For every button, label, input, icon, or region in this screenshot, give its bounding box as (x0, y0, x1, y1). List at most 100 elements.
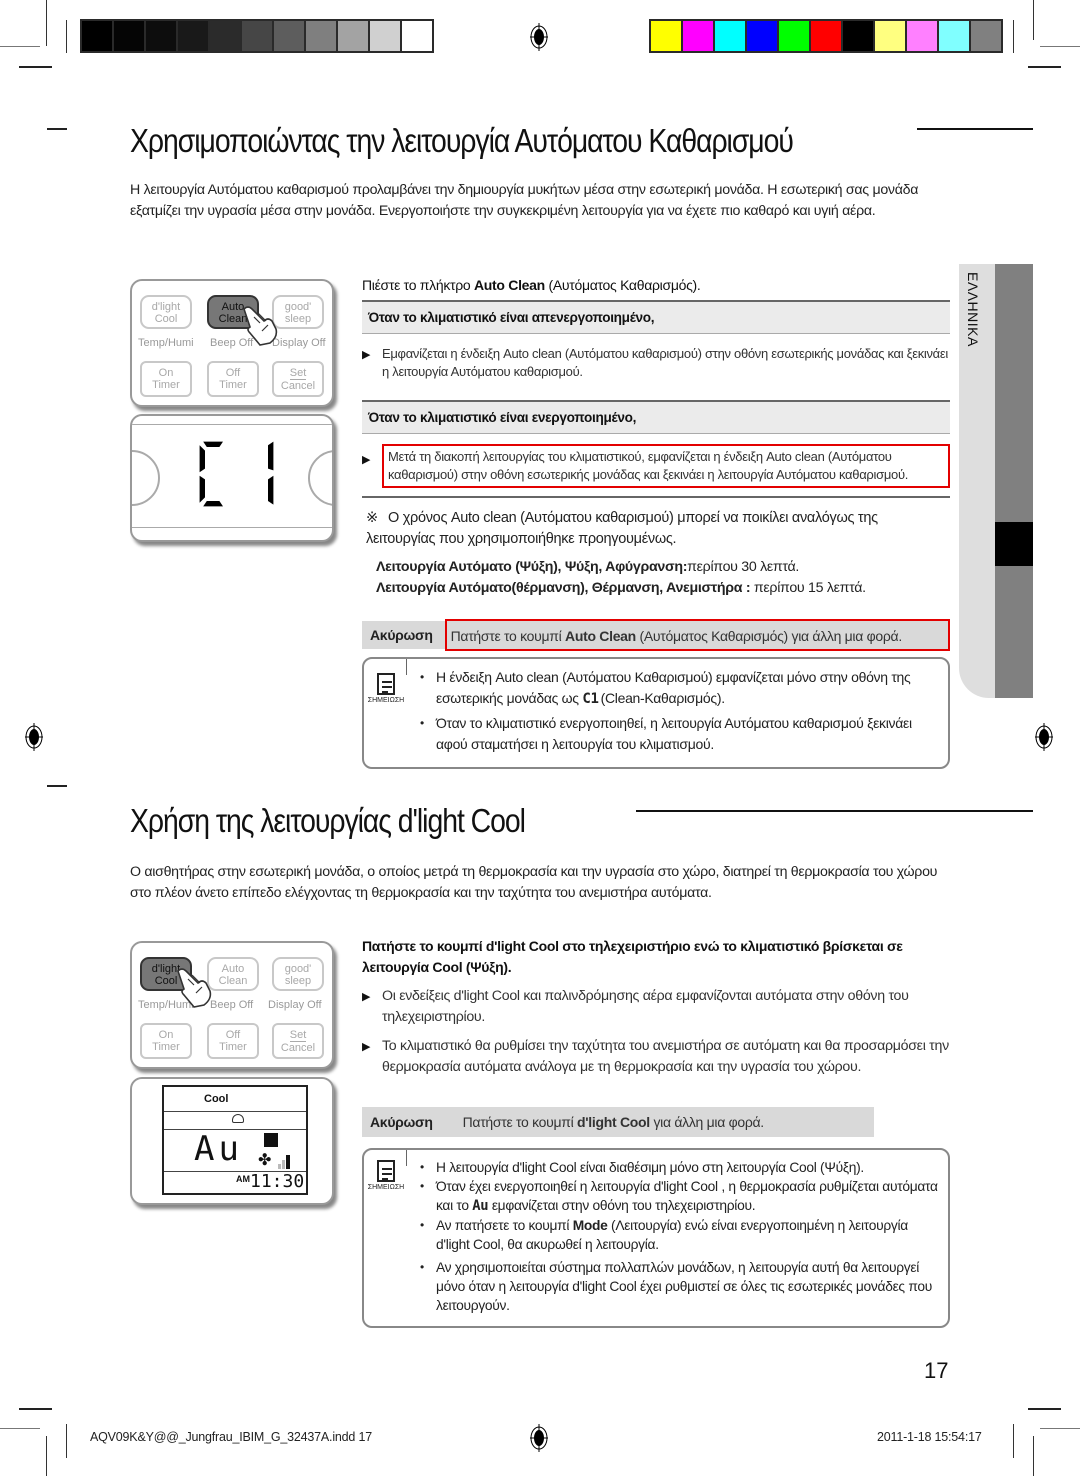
note-icon: ΣΗΜΕΙΩΣΗ (366, 673, 406, 704)
margin-mark (47, 128, 67, 130)
color-swatch (811, 21, 841, 51)
footer-timestamp: 2011-1-18 15:54:17 (877, 1430, 982, 1444)
remote-button-dlight-cool: d'light Cool (140, 295, 192, 329)
registration-mark-icon (530, 23, 548, 51)
color-swatch (402, 21, 432, 51)
when-on-heading: Όταν το κλιματιστικό είναι ενεργοποιημέν… (362, 400, 950, 434)
remote-button-on-timer: On Timer (140, 361, 192, 397)
color-swatch (651, 21, 681, 51)
cancel-row-dlight-cool: Ακύρωση Πατήστε το κουμπί d'light Cool γ… (362, 1107, 874, 1137)
swing-icon (264, 1133, 278, 1147)
time-note: ※ Ο χρόνος Auto clean (Αυτόματου καθαρισμ… (366, 510, 878, 547)
note-item: • Η λειτουργία d'light Cool είναι διαθέσι… (420, 1160, 864, 1175)
cancel-label: Ακύρωση (370, 1114, 433, 1130)
tab-position-marker (995, 522, 1033, 566)
crop-mark (66, 20, 67, 53)
crop-mark (46, 0, 47, 46)
remote-lcd-display: Cool Au ✤ AM 11:30 (130, 1077, 334, 1205)
note-item: • Όταν έχει ενεργοποιηθεί η λειτουργία d'… (420, 1179, 938, 1214)
note-box-dlight-cool: ΣΗΜΕΙΩΣΗ • Η λειτουργία d'light Cool είνα… (362, 1148, 950, 1328)
time-line-cooling: Λειτουργία Αυτόματο (Ψύξη), Ψύξη, Αφύγρα… (376, 559, 800, 575)
color-swatch (210, 21, 240, 51)
crop-mark (19, 1408, 52, 1410)
color-swatch (715, 21, 745, 51)
language-tab: ΕΛΛΗΝΙΚΑ (959, 264, 1033, 698)
crop-mark (66, 1424, 67, 1458)
color-swatch (82, 21, 112, 51)
dlight-cool-intro: Ο αισθητήρας στην εσωτερική μονάδα, ο οπ… (130, 864, 938, 901)
crop-mark (1040, 1428, 1080, 1429)
lcd-ampm: AM (236, 1174, 250, 1184)
crop-mark (1013, 20, 1014, 53)
registration-mark-icon (25, 723, 43, 751)
dlight-bullet: ▶ Το κλιματιστικό θα ρυθμίσει την ταχύτητ… (362, 1038, 949, 1075)
dlight-cool-indicator-icon (232, 1114, 244, 1123)
note-icon: ΣΗΜΕΙΩΣΗ (366, 1160, 406, 1191)
remote-sublabel: Temp/Humi (138, 337, 194, 349)
section-title-auto-clean: Χρησιμοποιώντας την λειτουργία Αυτόματου… (130, 122, 794, 159)
color-swatch (146, 21, 176, 51)
remote-button-set-cancel: Set Cancel (272, 361, 324, 397)
note-item: • Όταν το κλιματιστικό ενεργοποιηθεί, η λ… (420, 715, 912, 752)
color-swatch (747, 21, 777, 51)
auto-clean-intro: Η λειτουργία Αυτόματου καθαρισμού προλαμ… (130, 182, 919, 219)
color-swatch (370, 21, 400, 51)
color-swatch (971, 21, 1001, 51)
lcd-main-value: Au (194, 1129, 243, 1169)
crop-mark (19, 66, 52, 68)
crop-mark (1033, 0, 1034, 40)
highlight-box: Μετά τη διακοπή λειτουργίας του κλιματισ… (382, 444, 950, 488)
when-on-bullet: ▶ Μετά τη διακοπή λειτουργίας του κλιματι… (362, 444, 950, 488)
remote-sublabel: Display Off (268, 999, 322, 1011)
footer-filename: AQV09K&Y@@_Jungfrau_IBIM_G_32437A.indd 1… (90, 1430, 372, 1444)
crop-mark (0, 46, 40, 47)
divider (362, 496, 950, 498)
title-rule (917, 128, 1033, 130)
c1-glyph: C1 (582, 691, 599, 707)
highlight-box: Πατήστε το κουμπί Auto Clean (Αυτόματος … (444, 619, 950, 651)
remote-button-off-timer: Off Timer (207, 1023, 259, 1059)
remote-button-good-sleep: good' sleep (272, 957, 324, 991)
grayscale-calibration-bar (80, 19, 434, 53)
dlight-bullet: ▶ Οι ενδείξεις d'light Cool και παλινδρόμ… (362, 988, 909, 1025)
color-swatch (843, 21, 873, 51)
cancel-instruction: Πατήστε το κουμπί d'light Cool για άλλη … (462, 1114, 765, 1130)
remote-button-auto-clean: Auto Clean (207, 957, 259, 991)
time-line-heating: Λειτουργία Αυτόματο(θέρμανση), Θέρμανση,… (376, 580, 866, 596)
lcd-time: 11:30 (250, 1171, 305, 1192)
crop-mark (1013, 1424, 1014, 1458)
color-swatch (875, 21, 905, 51)
fan-icon: ✤ (258, 1152, 272, 1169)
color-swatch (338, 21, 368, 51)
remote-control-auto-clean: d'light Cool Auto Clean good' sleep Temp/Hu… (130, 279, 334, 407)
color-swatch (683, 21, 713, 51)
remote-button-set-cancel: Set Cancel (272, 1023, 324, 1059)
crop-mark (1028, 1408, 1061, 1410)
registration-mark-icon (530, 1424, 548, 1452)
crop-mark (1028, 66, 1061, 68)
color-swatch (907, 21, 937, 51)
note-item: • Η ένδειξη Auto clean (Αυτόματου Καθαρισ… (420, 669, 911, 707)
pointing-hand-icon (177, 968, 212, 1008)
seven-segment-c1 (199, 441, 274, 507)
when-off-heading: Όταν το κλιματιστικό είναι απενεργοποιημ… (362, 300, 950, 334)
page-number: 17 (924, 1358, 949, 1383)
indoor-unit-display (130, 414, 334, 542)
color-swatch (939, 21, 969, 51)
crop-mark (0, 1428, 40, 1429)
note-item: • Αν πατήσετε το κουμπί Mode (Λειτουργία)… (420, 1218, 908, 1252)
crop-mark (1033, 1436, 1034, 1476)
note-box-auto-clean: ΣΗΜΕΙΩΣΗ • Η ένδειξη Auto clean (Αυτόματο… (362, 657, 950, 769)
registration-mark-icon (1035, 723, 1053, 751)
language-tab-label: ΕΛΛΗΝΙΚΑ (965, 272, 981, 347)
note-item: • Αν χρησιμοποιείται σύστημα πολλαπλών μο… (420, 1260, 932, 1313)
color-swatch (306, 21, 336, 51)
crop-mark (1040, 46, 1080, 47)
remote-button-on-timer: On Timer (140, 1023, 192, 1059)
when-off-bullet: ▶ Εμφανίζεται η ένδειξη Auto clean (Αυτόμ… (362, 346, 948, 379)
color-swatch (274, 21, 304, 51)
section-title-dlight-cool: Χρήση της λειτουργίας d'light Cool (130, 802, 526, 839)
au-glyph: Au (472, 1198, 489, 1214)
cancel-row-auto-clean: Ακύρωση Πατήστε το κουμπί Auto Clean (Αυ… (362, 619, 950, 651)
step-press-auto-clean: Πιέστε το πλήκτρο Auto Clean (Αυτόματος … (362, 277, 701, 293)
